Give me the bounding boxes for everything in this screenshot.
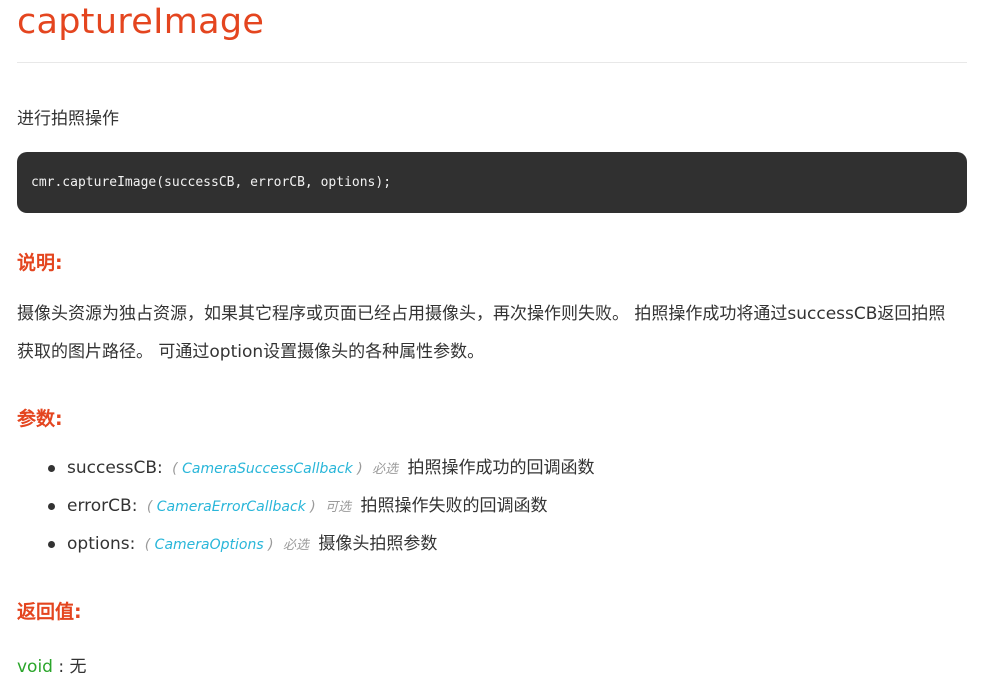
- param-name: options:: [67, 534, 136, 554]
- param-type-link[interactable]: CameraSuccessCallback: [182, 461, 353, 477]
- param-optional: 可选: [325, 500, 352, 515]
- param-name: errorCB:: [67, 496, 138, 516]
- param-name: successCB:: [67, 458, 163, 478]
- param-desc: 拍照操作失败的回调函数: [360, 496, 548, 516]
- param-type-wrapper: ( CameraErrorCallback ): [146, 499, 316, 515]
- code-block: cmr.captureImage(successCB, errorCB, opt…: [17, 152, 967, 213]
- param-list: successCB: ( CameraSuccessCallback ) 必选 …: [17, 449, 595, 563]
- param-item-successcb: successCB: ( CameraSuccessCallback ) 必选 …: [17, 449, 595, 487]
- page-title: captureImage: [17, 2, 265, 42]
- code-line: cmr.captureImage(successCB, errorCB, opt…: [31, 175, 392, 190]
- method-description: 进行拍照操作: [17, 109, 119, 129]
- params-heading: 参数:: [17, 408, 63, 430]
- param-optional: 必选: [282, 538, 309, 553]
- return-separator: :: [52, 657, 70, 677]
- explanation-heading: 说明:: [17, 252, 63, 274]
- explanation-text: 摄像头资源为独占资源，如果其它程序或页面已经占用摄像头，再次操作则失败。 拍照操…: [17, 304, 946, 362]
- return-desc: 无: [69, 657, 87, 677]
- bullet-icon: [48, 503, 55, 510]
- param-type-link[interactable]: CameraOptions: [155, 537, 264, 553]
- param-desc: 摄像头拍照参数: [318, 534, 438, 554]
- bullet-icon: [48, 541, 55, 548]
- param-type-wrapper: ( CameraOptions ): [144, 537, 274, 553]
- param-optional: 必选: [372, 462, 399, 477]
- param-desc: 拍照操作成功的回调函数: [407, 458, 595, 478]
- param-item-options: options: ( CameraOptions ) 必选 摄像头拍照参数: [17, 525, 595, 563]
- bullet-icon: [48, 465, 55, 472]
- return-type: void: [17, 657, 53, 677]
- title-divider: [17, 62, 967, 63]
- return-value: void : 无: [17, 652, 87, 677]
- param-item-errorcb: errorCB: ( CameraErrorCallback ) 可选 拍照操作…: [17, 487, 595, 525]
- param-type-wrapper: ( CameraSuccessCallback ): [172, 461, 363, 477]
- returns-heading: 返回值:: [17, 601, 82, 623]
- doc-page: captureImage 进行拍照操作 cmr.captureImage(suc…: [0, 0, 982, 696]
- param-type-link[interactable]: CameraErrorCallback: [157, 499, 306, 515]
